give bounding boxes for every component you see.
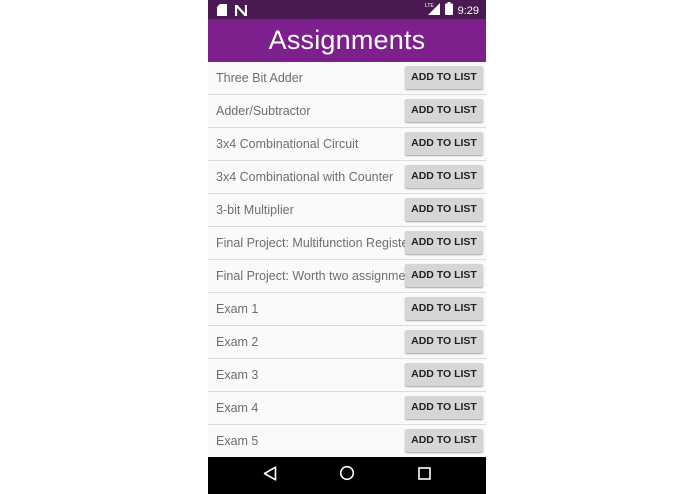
assignment-name: Exam 3 [216,368,259,382]
assignment-name: Exam 1 [216,302,259,316]
navigation-bar [208,457,486,494]
add-to-list-button[interactable]: ADD TO LIST [405,297,483,320]
assignment-name: Exam 2 [216,335,259,349]
status-bar: LTE 9:29 [208,0,486,19]
app-bar: Assignments [208,19,486,62]
back-button[interactable] [250,457,290,494]
phone-screen: LTE 9:29 Assignments Three Bit Adder ADD… [208,0,486,494]
add-to-list-button[interactable]: ADD TO LIST [405,264,483,287]
assignment-name: Three Bit Adder [216,71,303,85]
list-item: Final Project: Multifunction Registe ADD… [208,227,486,260]
assignment-name: 3x4 Combinational with Counter [216,170,394,184]
assignment-name: Final Project: Worth two assignmer [216,269,406,283]
battery-icon [444,2,453,20]
assignment-name: Adder/Subtractor [216,104,311,118]
list-item: Exam 4 ADD TO LIST [208,392,486,425]
add-to-list-button[interactable]: ADD TO LIST [405,363,483,386]
add-to-list-button[interactable]: ADD TO LIST [405,99,483,122]
list-item: 3x4 Combinational with Counter ADD TO LI… [208,161,486,194]
list-item: Exam 3 ADD TO LIST [208,359,486,392]
list-item: Exam 1 ADD TO LIST [208,293,486,326]
home-icon [339,465,355,486]
list-item: 3x4 Combinational Circuit ADD TO LIST [208,128,486,161]
status-time: 9:29 [457,4,479,17]
back-icon [263,465,277,486]
assignment-name: Exam 5 [216,434,259,448]
add-to-list-button[interactable]: ADD TO LIST [405,231,483,254]
add-to-list-button[interactable]: ADD TO LIST [405,198,483,221]
add-to-list-button[interactable]: ADD TO LIST [405,66,483,89]
list-item: Exam 5 ADD TO LIST [208,425,486,458]
recents-icon [417,466,431,485]
assignment-name: Exam 4 [216,401,259,415]
list-item: Three Bit Adder ADD TO LIST [208,62,486,95]
status-right-icons: LTE 9:29 [425,2,479,20]
add-to-list-button[interactable]: ADD TO LIST [405,396,483,419]
lte-signal-icon: LTE [425,2,440,20]
network-label: LTE [425,3,434,9]
list-item: Final Project: Worth two assignmer ADD T… [208,260,486,293]
add-to-list-button[interactable]: ADD TO LIST [405,429,483,452]
assignment-name: 3x4 Combinational Circuit [216,137,359,151]
add-to-list-button[interactable]: ADD TO LIST [405,330,483,353]
page-title: Assignments [268,25,426,55]
list-item: Adder/Subtractor ADD TO LIST [208,95,486,128]
assignment-name: 3-bit Multiplier [216,203,294,217]
assignment-name: Final Project: Multifunction Registe [216,236,406,250]
add-to-list-button[interactable]: ADD TO LIST [405,165,483,188]
home-button[interactable] [327,457,367,494]
list-item: Exam 2 ADD TO LIST [208,326,486,359]
recents-button[interactable] [404,457,444,494]
add-to-list-button[interactable]: ADD TO LIST [405,132,483,155]
list-item: 3-bit Multiplier ADD TO LIST [208,194,486,227]
assignment-list[interactable]: Three Bit Adder ADD TO LIST Adder/Subtra… [208,62,486,458]
